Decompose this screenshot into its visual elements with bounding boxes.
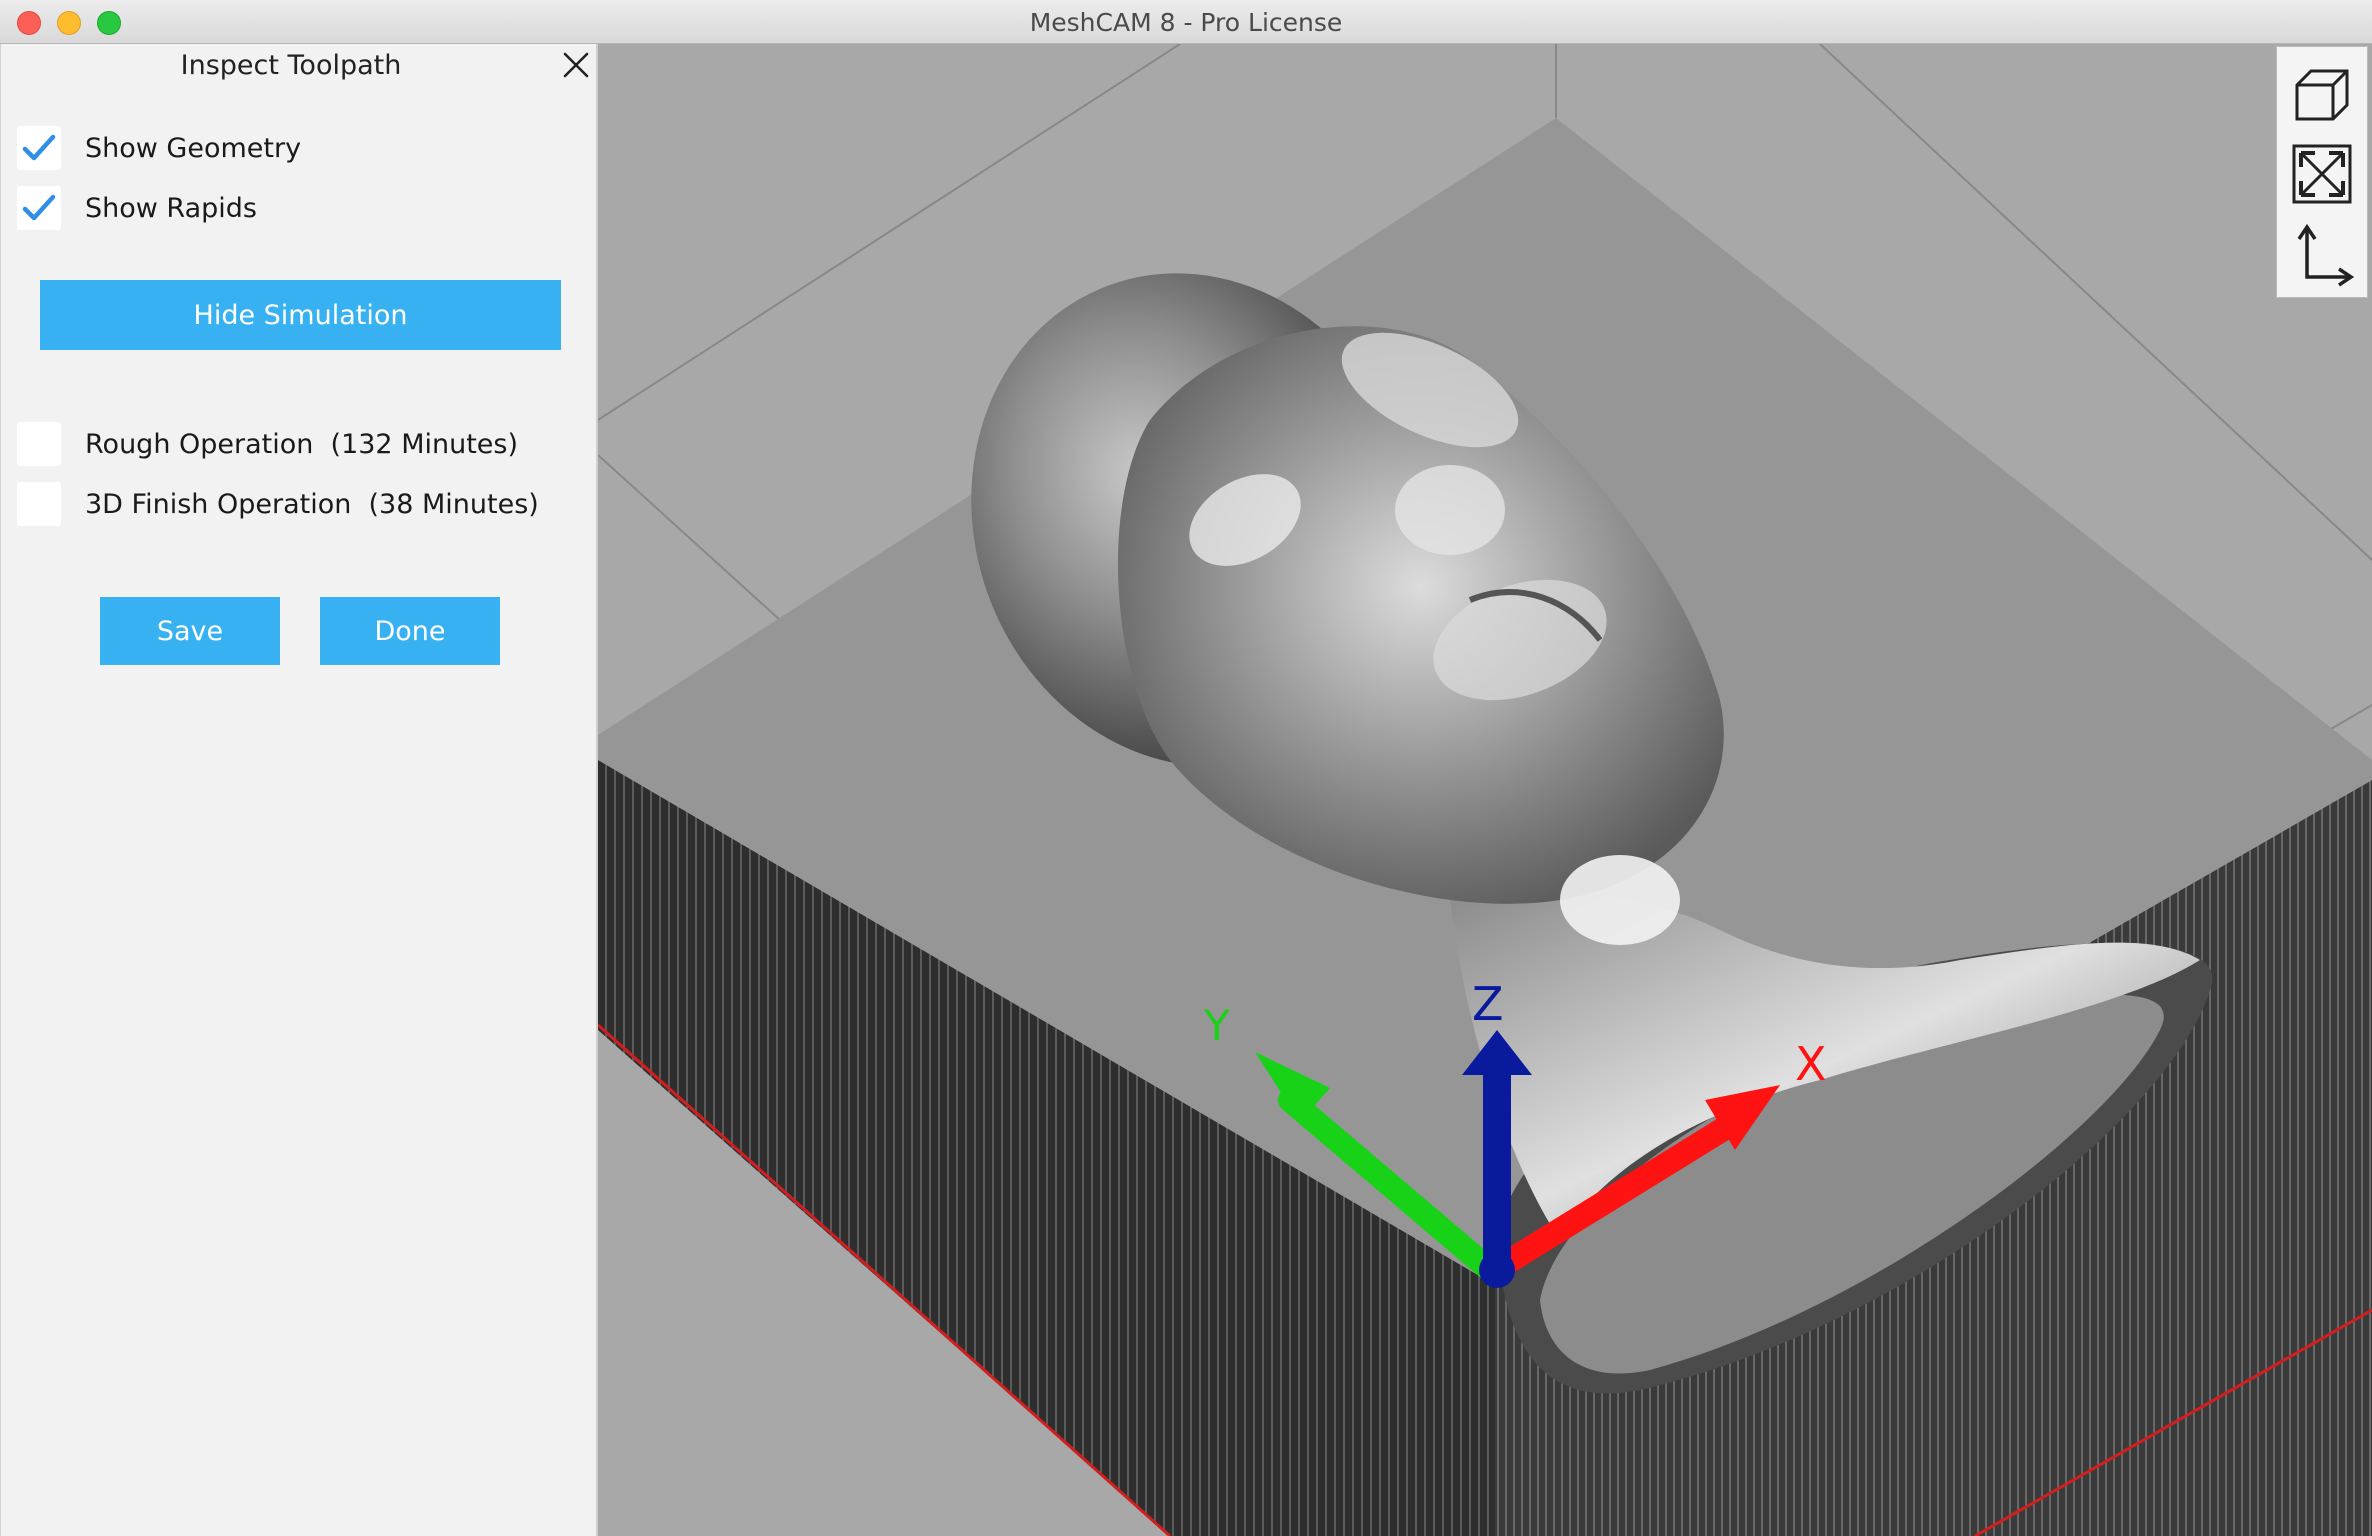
axes-view-icon[interactable] (2289, 221, 2355, 287)
close-icon[interactable] (561, 50, 591, 80)
show-geometry-checkbox[interactable] (17, 126, 61, 170)
show-geometry-label: Show Geometry (85, 132, 302, 164)
show-rapids-checkbox[interactable] (17, 186, 61, 230)
checkmark-icon (22, 194, 56, 221)
view-toolbar (2276, 46, 2368, 298)
3d-viewport[interactable]: Y Z X (598, 44, 2372, 1536)
hide-simulation-button[interactable]: Hide Simulation (40, 280, 561, 350)
finish-operation-option[interactable]: 3D Finish Operation (38 Minutes) (17, 482, 539, 526)
done-button[interactable]: Done (320, 597, 500, 665)
show-geometry-option[interactable]: Show Geometry (17, 126, 301, 170)
inspect-toolpath-panel: Inspect Toolpath Show Geometry Show Rapi… (0, 44, 598, 1536)
z-axis-label: Z (1472, 977, 1504, 1031)
rough-operation-option[interactable]: Rough Operation (132 Minutes) (17, 422, 518, 466)
checkmark-icon (22, 134, 56, 161)
x-axis-label: X (1795, 1037, 1827, 1091)
title-bar: MeshCAM 8 - Pro License (0, 0, 2372, 44)
zoom-fit-icon[interactable] (2289, 141, 2355, 207)
iso-view-icon[interactable] (2289, 61, 2355, 127)
toolpath-render: Y Z X (598, 44, 2372, 1536)
y-axis-label: Y (1203, 1001, 1230, 1050)
rough-operation-label: Rough Operation (132 Minutes) (85, 428, 519, 460)
panel-title: Inspect Toolpath (180, 50, 402, 81)
finish-operation-checkbox[interactable] (17, 482, 61, 526)
rough-operation-checkbox[interactable] (17, 422, 61, 466)
finish-operation-label: 3D Finish Operation (38 Minutes) (85, 488, 539, 520)
save-button[interactable]: Save (100, 597, 280, 665)
show-rapids-option[interactable]: Show Rapids (17, 186, 257, 230)
show-rapids-label: Show Rapids (85, 192, 257, 224)
window-title: MeshCAM 8 - Pro License (1029, 8, 1343, 37)
